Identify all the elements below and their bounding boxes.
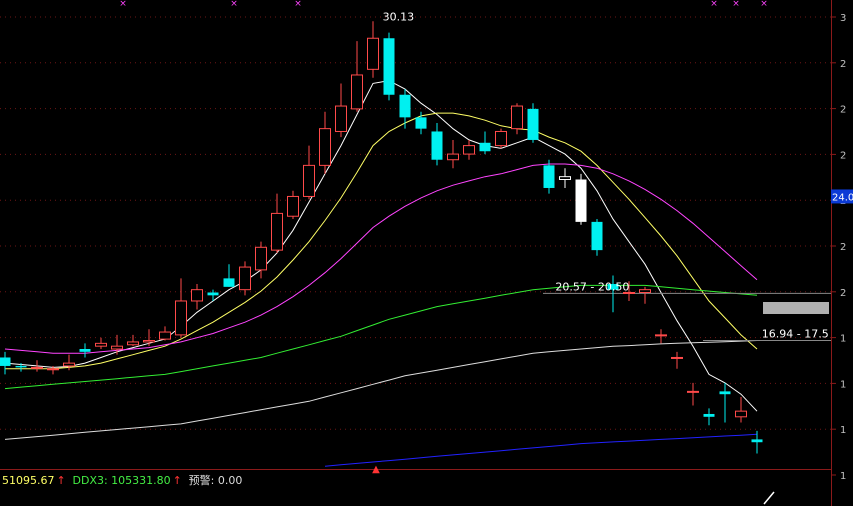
price-axis-tag[interactable]: 24.0	[831, 189, 853, 204]
candle-body-up	[351, 74, 363, 110]
candles	[0, 21, 763, 454]
y-tick-label: 2	[840, 288, 846, 299]
candle-body-up	[287, 195, 299, 217]
indicator-bar: 51095.67 ↑ DDX3: 105331.80 ↑ 预警: 0.00	[2, 473, 242, 487]
candle-body-down	[719, 391, 731, 395]
y-tick-label: 2	[840, 59, 846, 70]
ma-line-2	[5, 112, 758, 370]
candle-body-down	[543, 165, 555, 188]
indicator-value: 51095.67	[2, 474, 55, 487]
price-annotation: 20.57 - 20.50	[555, 280, 629, 293]
indicator-value: DDX3: 105331.80	[73, 474, 171, 487]
candle-body-down	[223, 278, 235, 287]
candle-body-up	[335, 105, 347, 132]
ma-line-5	[4, 340, 758, 440]
indicator-up-arrow-icon: ↑	[173, 474, 182, 487]
candle-body-up	[239, 266, 251, 291]
top-marker-icon: ×	[230, 0, 238, 9]
candle-body-down	[79, 349, 91, 352]
top-marker-icon: ×	[732, 0, 740, 9]
candle-body-up	[463, 145, 475, 155]
candle-body-down	[399, 94, 411, 118]
candle-body-down	[415, 117, 427, 129]
candle-body-up	[175, 300, 187, 336]
y-axis-ticks: 322222211114	[831, 13, 846, 482]
candle-body-up	[495, 130, 507, 147]
price-annotations: 30.13 20.57 - 20.50 16.94 - 17.5	[383, 10, 829, 340]
candle-body-up	[511, 105, 523, 130]
y-tick-label: 1	[840, 425, 846, 436]
candle-body-up	[735, 410, 747, 418]
top-marker-icon: ×	[294, 0, 302, 9]
candle-body-up	[319, 128, 331, 166]
grid-lines	[0, 16, 831, 430]
candle-body-up	[111, 345, 123, 350]
candle-body-down	[479, 142, 491, 152]
indicator-up-arrow-icon: ↑	[57, 474, 66, 487]
candlestick-chart: ×××××× 322222211114 30.1320.57 - 20.5016…	[0, 0, 853, 506]
candle-body-up	[671, 356, 683, 359]
candle-body-up	[31, 366, 43, 369]
price-annotation: 30.13	[383, 10, 415, 23]
candle-body-up	[63, 362, 75, 367]
candle-body-down	[575, 179, 587, 222]
top-marker-icon: ×	[710, 0, 718, 9]
y-tick-label: 1	[840, 334, 846, 345]
candle-body-up	[127, 341, 139, 346]
y-tick-label: 1	[840, 471, 846, 482]
candle-body-up	[47, 368, 59, 371]
candle-body-up	[559, 176, 571, 181]
candle-body-down	[527, 108, 539, 140]
signal-arrow-icon: ▲	[372, 464, 380, 475]
y-tick-label: 2	[840, 150, 846, 161]
cursor-tick-icon	[763, 491, 775, 505]
price-annotation: 16.94 - 17.5	[762, 328, 829, 341]
candle-body-up	[255, 246, 267, 271]
y-tick-label: 2	[840, 105, 846, 116]
ma-line-6	[324, 433, 758, 467]
candle-body-down	[0, 357, 11, 366]
y-tick-label: 2	[840, 242, 846, 253]
indicator-value: 预警: 0.00	[189, 473, 243, 487]
top-markers: × × × × × ×	[119, 0, 768, 9]
candle-body-up	[159, 331, 171, 340]
candle-body-down	[751, 439, 763, 443]
candle-body-up	[367, 37, 379, 70]
y-tick-label: 3	[840, 13, 846, 24]
candle-body-up	[143, 340, 155, 343]
ma-line-3	[4, 163, 758, 354]
ma-line-4	[4, 284, 758, 390]
candle-body-up	[271, 212, 283, 251]
candle-body-up	[655, 334, 667, 337]
candle-body-up	[191, 289, 203, 302]
candle-body-up	[303, 164, 315, 197]
moving-average-lines	[4, 80, 758, 467]
candle-body-down	[703, 413, 715, 417]
candle-body-down	[207, 292, 219, 296]
top-marker-icon: ×	[119, 0, 127, 9]
price-tag-label: 24.0	[832, 192, 853, 203]
candle-body-down	[383, 38, 395, 95]
candle-body-up	[95, 342, 107, 347]
candle-body-down	[591, 221, 603, 251]
candle-body-up	[447, 153, 459, 161]
candle-body-down	[431, 131, 443, 160]
candle-body-up	[687, 390, 699, 393]
top-marker-icon: ×	[760, 0, 768, 9]
candle-body-down	[15, 365, 27, 368]
candle-body-up	[639, 289, 651, 293]
price-range-box	[763, 302, 829, 314]
y-tick-label: 1	[840, 379, 846, 390]
